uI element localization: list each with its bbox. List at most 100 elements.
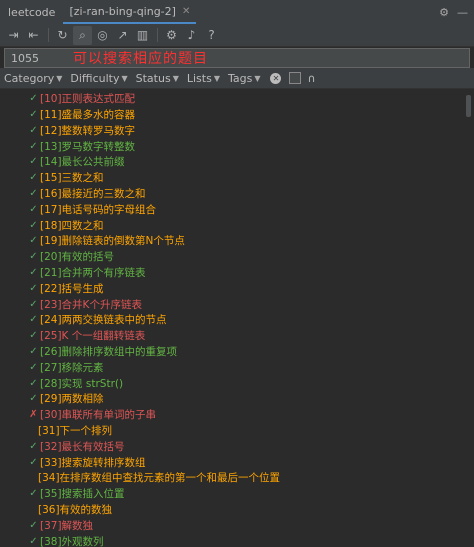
- list-item[interactable]: ✓ [20]有效的括号: [28, 248, 114, 265]
- list-item[interactable]: ✓ [28]实现 strStr(): [28, 374, 123, 391]
- locate-icon[interactable]: ◎: [93, 26, 112, 45]
- list-item[interactable]: ✓ [11]盛最多水的容器: [28, 106, 135, 123]
- problem-title: [18]四数之和: [40, 219, 104, 232]
- toolbar-separator: [48, 28, 49, 42]
- filter-category[interactable]: Category ▼: [4, 72, 62, 85]
- toolbar: ⇥ ⇤ ↻ ⌕ ◎ ↗ ▥ ⚙ ♪?: [0, 24, 474, 47]
- problem-title: [17]电话号码的字母组合: [40, 203, 157, 216]
- check-icon: ✓: [29, 393, 38, 405]
- chart-icon[interactable]: ▥: [133, 26, 152, 45]
- problem-title: [22]括号生成: [40, 282, 104, 295]
- intersection-toggle[interactable]: ∩: [307, 72, 315, 85]
- cross-icon: ✗: [29, 409, 38, 421]
- problem-title: [13]罗马数字转整数: [40, 140, 136, 153]
- check-icon: ✓: [29, 266, 38, 278]
- search-input[interactable]: [5, 50, 69, 66]
- list-item[interactable]: ✓ [21]合并两个有序链表: [28, 264, 146, 281]
- filter-label: Difficulty: [70, 71, 120, 85]
- logout-icon[interactable]: ⇤: [24, 26, 43, 45]
- check-icon: ✓: [29, 456, 38, 468]
- chevron-down-icon: ▼: [254, 73, 261, 83]
- minimize-icon[interactable]: —: [457, 6, 468, 19]
- gear-icon[interactable]: ⚙: [439, 6, 449, 19]
- bell-icon[interactable]: ♪: [182, 26, 201, 45]
- problem-title: [27]移除元素: [40, 361, 104, 374]
- check-icon: ✓: [29, 519, 38, 531]
- filter-checkbox[interactable]: [289, 72, 302, 84]
- chevron-down-icon: ▼: [56, 73, 63, 83]
- problem-title: [28]实现 strStr(): [40, 377, 124, 390]
- problem-title: [26]删除排序数组中的重复项: [40, 345, 178, 358]
- list-item[interactable]: [34]在排序数组中查找元素的第一个和最后一个位置: [38, 469, 280, 486]
- list-item[interactable]: ✓ [17]电话号码的字母组合: [28, 201, 156, 218]
- filter-difficulty[interactable]: Difficulty ▼: [70, 72, 127, 85]
- problem-title: [29]两数相除: [40, 393, 104, 406]
- list-item[interactable]: ✓ [24]两两交换链表中的节点: [28, 311, 166, 328]
- filter-tags[interactable]: Tags ▼: [228, 72, 261, 85]
- check-icon: ✓: [29, 535, 38, 547]
- check-icon: ✓: [29, 108, 38, 120]
- close-icon[interactable]: ✕: [182, 6, 190, 17]
- check-icon: ✓: [29, 251, 38, 263]
- check-icon: ✓: [29, 187, 38, 199]
- scrollbar[interactable]: [466, 95, 471, 117]
- list-item[interactable]: ✓ [35]搜索插入位置: [28, 485, 124, 502]
- list-item[interactable]: ✗ [30]串联所有单词的子串: [28, 406, 156, 423]
- check-icon: ✓: [29, 124, 38, 136]
- problem-title: [25]K 个一组翻转链表: [40, 330, 146, 343]
- check-icon: ✓: [29, 377, 38, 389]
- clear-filter-icon[interactable]: ✕: [270, 72, 282, 84]
- problem-title: [10]正则表达式匹配: [40, 93, 136, 106]
- check-icon: ✓: [29, 282, 38, 294]
- list-item[interactable]: ✓ [26]删除排序数组中的重复项: [28, 343, 177, 360]
- filter-bar: Category ▼ Difficulty ▼ Status ▼ Lists ▼ Tags ▼ ✕…: [0, 68, 474, 89]
- problem-title: [37]解数独: [40, 519, 94, 532]
- list-item[interactable]: ✓ [25]K 个一组翻转链表: [28, 327, 145, 344]
- list-item[interactable]: ✓ [16]最接近的三数之和: [28, 185, 146, 202]
- list-item[interactable]: ✓ [12]整数转罗马数字: [28, 122, 135, 139]
- check-icon: ✓: [29, 361, 38, 373]
- check-icon: ✓: [29, 314, 38, 326]
- problem-title: [34]在排序数组中查找元素的第一个和最后一个位置: [38, 472, 281, 485]
- list-item[interactable]: ✓ [29]两数相除: [28, 390, 104, 407]
- list-item[interactable]: ✓ [37]解数独: [28, 517, 93, 534]
- problem-title: [16]最接近的三数之和: [40, 187, 146, 200]
- refresh-icon[interactable]: ↻: [53, 26, 72, 45]
- help-icon[interactable]: ?: [202, 26, 221, 45]
- list-item[interactable]: ✓ [14]最长公共前缀: [28, 153, 124, 170]
- check-icon: ✓: [29, 330, 38, 342]
- filter-label: Tags: [227, 71, 253, 85]
- tab-user-account[interactable]: [zi-ran-bing-qing-2] ✕: [63, 0, 197, 24]
- list-item[interactable]: ✓ [18]四数之和: [28, 216, 104, 233]
- list-item[interactable]: ✓ [27]移除元素: [28, 359, 104, 376]
- list-item[interactable]: ✓ [23]合并K个升序链表: [28, 295, 142, 312]
- filter-label: Category: [4, 71, 55, 85]
- settings-icon[interactable]: ⚙: [162, 26, 181, 45]
- problem-title: [21]合并两个有序链表: [40, 266, 146, 279]
- toolbar-separator: [157, 28, 158, 42]
- filter-label: Lists: [186, 71, 212, 85]
- list-item[interactable]: ✓ [32]最长有效括号: [28, 438, 124, 455]
- list-item[interactable]: ✓ [33]搜索旋转排序数组: [28, 453, 145, 470]
- list-item[interactable]: [31]下一个排列: [38, 422, 112, 439]
- filter-lists[interactable]: Lists ▼: [187, 72, 220, 85]
- list-item[interactable]: [36]有效的数独: [38, 501, 112, 518]
- problem-title: [31]下一个排列: [38, 424, 113, 437]
- list-item[interactable]: ✓ [22]括号生成: [28, 280, 104, 297]
- tab-label: [zi-ran-bing-qing-2]: [69, 4, 176, 18]
- check-icon: ✓: [29, 440, 38, 452]
- list-item[interactable]: ✓ [38]外观数列: [28, 532, 104, 547]
- list-item[interactable]: ✓ [15]三数之和: [28, 169, 103, 186]
- list-item[interactable]: ✓ [13]罗马数字转整数: [28, 137, 135, 154]
- check-icon: ✓: [29, 172, 38, 184]
- app-title: leetcode: [8, 5, 56, 19]
- problem-title: [38]外观数列: [40, 535, 104, 547]
- filter-status[interactable]: Status ▼: [136, 72, 179, 85]
- list-item[interactable]: ✓ [10]正则表达式匹配: [28, 90, 135, 107]
- search-icon[interactable]: ⌕: [73, 25, 92, 45]
- collapse-icon[interactable]: ↗: [113, 26, 132, 45]
- login-icon[interactable]: ⇥: [4, 26, 23, 45]
- chevron-down-icon: ▼: [121, 73, 128, 83]
- check-icon: ✓: [29, 345, 38, 357]
- list-item[interactable]: ✓ [19]删除链表的倒数第N个节点: [28, 232, 185, 249]
